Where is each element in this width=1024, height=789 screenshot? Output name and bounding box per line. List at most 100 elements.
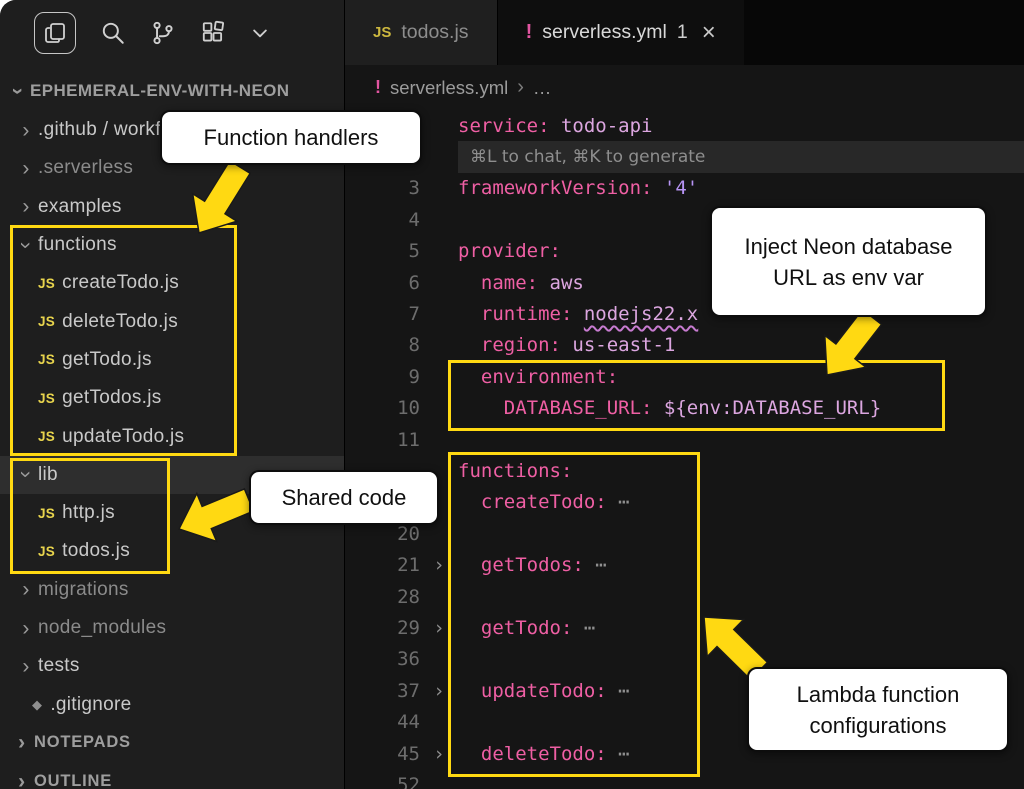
code-text: functions: [458, 460, 572, 482]
tree-item-functions[interactable]: ›functions [0, 226, 344, 264]
line-number: 6 [345, 272, 420, 294]
code-line-3[interactable]: 3frameworkVersion: '4' [345, 173, 1024, 204]
app-window: › EPHEMERAL-ENV-WITH-NEON ›.github / wor… [0, 0, 1024, 789]
tree-item-getTodo-js[interactable]: JSgetTodo.js [0, 341, 344, 379]
problems-badge: 1 [677, 21, 688, 44]
chevron-down-icon: › [16, 233, 37, 257]
fold-chevron-icon[interactable]: › [420, 617, 458, 639]
code-line-52[interactable]: 52 [345, 769, 1024, 789]
tab-label: todos.js [401, 21, 468, 44]
line-number: 20 [345, 523, 420, 545]
code-line-29[interactable]: 29› getTodo: ⋯ [345, 612, 1024, 643]
code-text: DATABASE_URL: ${env:DATABASE_URL} [458, 397, 881, 419]
tree-item-todos-js[interactable]: JStodos.js [0, 532, 344, 570]
code-line-10[interactable]: 10 DATABASE_URL: ${env:DATABASE_URL} [345, 393, 1024, 424]
chevron-right-icon: › [517, 76, 524, 99]
tree-item-getTodos-js[interactable]: JSgetTodos.js [0, 379, 344, 417]
tree-item-migrations[interactable]: ›migrations [0, 571, 344, 609]
code-text: getTodos: ⋯ [458, 554, 607, 576]
code-text: frameworkVersion: '4' [458, 177, 698, 199]
fold-chevron-icon[interactable]: › [420, 554, 458, 576]
line-number: 9 [345, 366, 420, 388]
tree-item-label: getTodos.js [62, 387, 161, 409]
tree-item-notepads[interactable]: ›NOTEPADS [0, 724, 344, 762]
code-line[interactable]: service: todo-api [345, 110, 1024, 141]
tree-item-label: lib [38, 464, 58, 486]
line-number: 11 [345, 429, 420, 451]
line-number: 8 [345, 334, 420, 356]
callout-text: configurations [810, 710, 947, 741]
tree-item-outline[interactable]: ›OUTLINE [0, 762, 344, 789]
extensions-icon[interactable] [200, 20, 226, 46]
js-file-icon: JS [38, 429, 55, 444]
callout-text: Inject Neon database [745, 231, 953, 262]
fold-chevron-icon[interactable]: › [420, 680, 458, 702]
code-line[interactable]: ⌘L to chat, ⌘K to generate [345, 141, 1024, 172]
code-text: ⌘L to chat, ⌘K to generate [458, 141, 1024, 172]
tree-item-tests[interactable]: ›tests [0, 647, 344, 685]
tree-item-gitignore[interactable]: ◆.gitignore [0, 685, 344, 723]
project-name: EPHEMERAL-ENV-WITH-NEON [30, 81, 289, 101]
tree-item-node-modules[interactable]: ›node_modules [0, 609, 344, 647]
code-line-8[interactable]: 8 region: us-east-1 [345, 330, 1024, 361]
line-number: 5 [345, 240, 420, 262]
callout-text: Lambda function [797, 679, 960, 710]
explorer-icon[interactable] [34, 12, 76, 54]
tree-item-label: NOTEPADS [34, 733, 131, 752]
code-line[interactable]: createTodo: ⋯ [345, 487, 1024, 518]
line-number: 28 [345, 586, 420, 608]
callout-text: Shared code [282, 482, 407, 513]
source-control-icon[interactable] [150, 20, 176, 46]
tree-item-label: deleteTodo.js [62, 311, 178, 333]
project-root[interactable]: › EPHEMERAL-ENV-WITH-NEON [0, 71, 344, 111]
tree-item-label: examples [38, 196, 122, 218]
code-line-21[interactable]: 21› getTodos: ⋯ [345, 549, 1024, 580]
js-file-icon: JS [38, 506, 55, 521]
chevron-right-icon: › [14, 618, 38, 639]
chevron-right-icon: › [14, 120, 38, 141]
line-number: 52 [345, 774, 420, 789]
fold-chevron-icon[interactable]: › [420, 743, 458, 765]
tab-todos-js[interactable]: JS todos.js [345, 0, 498, 65]
breadcrumb-file[interactable]: serverless.yml [390, 77, 508, 99]
chevron-down-icon[interactable] [250, 23, 270, 43]
breadcrumb: ! serverless.yml › … [345, 65, 1024, 110]
chevron-right-icon: › [10, 771, 34, 789]
tab-serverless-yml[interactable]: ! serverless.yml 1 × [498, 0, 744, 65]
code-line-28[interactable]: 28 [345, 581, 1024, 612]
line-number: 45 [345, 743, 420, 765]
code-text: provider: [458, 240, 561, 262]
callout-text: URL as env var [773, 262, 924, 293]
search-icon[interactable] [100, 20, 126, 46]
callout-shared-code: Shared code [249, 470, 439, 525]
chevron-down-icon: › [16, 463, 37, 487]
tree-item-examples[interactable]: ›examples [0, 188, 344, 226]
js-file-icon: JS [38, 276, 55, 291]
code-line-11[interactable]: 11 [345, 424, 1024, 455]
close-icon[interactable]: × [702, 21, 716, 45]
tree-item-label: createTodo.js [62, 272, 179, 294]
tree-item-updateTodo-js[interactable]: JSupdateTodo.js [0, 417, 344, 455]
tree-item-label: node_modules [38, 617, 166, 639]
tree-item-label: tests [38, 655, 80, 677]
callout-lambda-function-configurations: Lambda functionconfigurations [747, 667, 1009, 752]
activity-bar [0, 0, 344, 65]
tree-item-createTodo-js[interactable]: JS createTodo.js [0, 264, 344, 302]
chevron-right-icon: › [14, 656, 38, 677]
line-number: 29 [345, 617, 420, 639]
explorer-panel: › EPHEMERAL-ENV-WITH-NEON ›.github / wor… [0, 65, 344, 789]
line-number: 4 [345, 209, 420, 231]
breadcrumb-more[interactable]: … [533, 77, 552, 99]
tree-item-label: getTodo.js [62, 349, 152, 371]
tree-item-label: OUTLINE [34, 772, 112, 789]
tree-item-label: http.js [62, 502, 115, 524]
tab-bar: JS todos.js ! serverless.yml 1 × [345, 0, 1024, 65]
code-line-20[interactable]: 20 [345, 518, 1024, 549]
tree-item-deleteTodo-js[interactable]: JSdeleteTodo.js [0, 302, 344, 340]
code-text: service: todo-api [458, 115, 652, 137]
code-line-9[interactable]: 9 environment: [345, 361, 1024, 392]
tab-label: serverless.yml [542, 21, 667, 44]
chevron-right-icon: › [14, 579, 38, 600]
code-line[interactable]: functions: [345, 455, 1024, 486]
tree-item-label: functions [38, 234, 117, 256]
